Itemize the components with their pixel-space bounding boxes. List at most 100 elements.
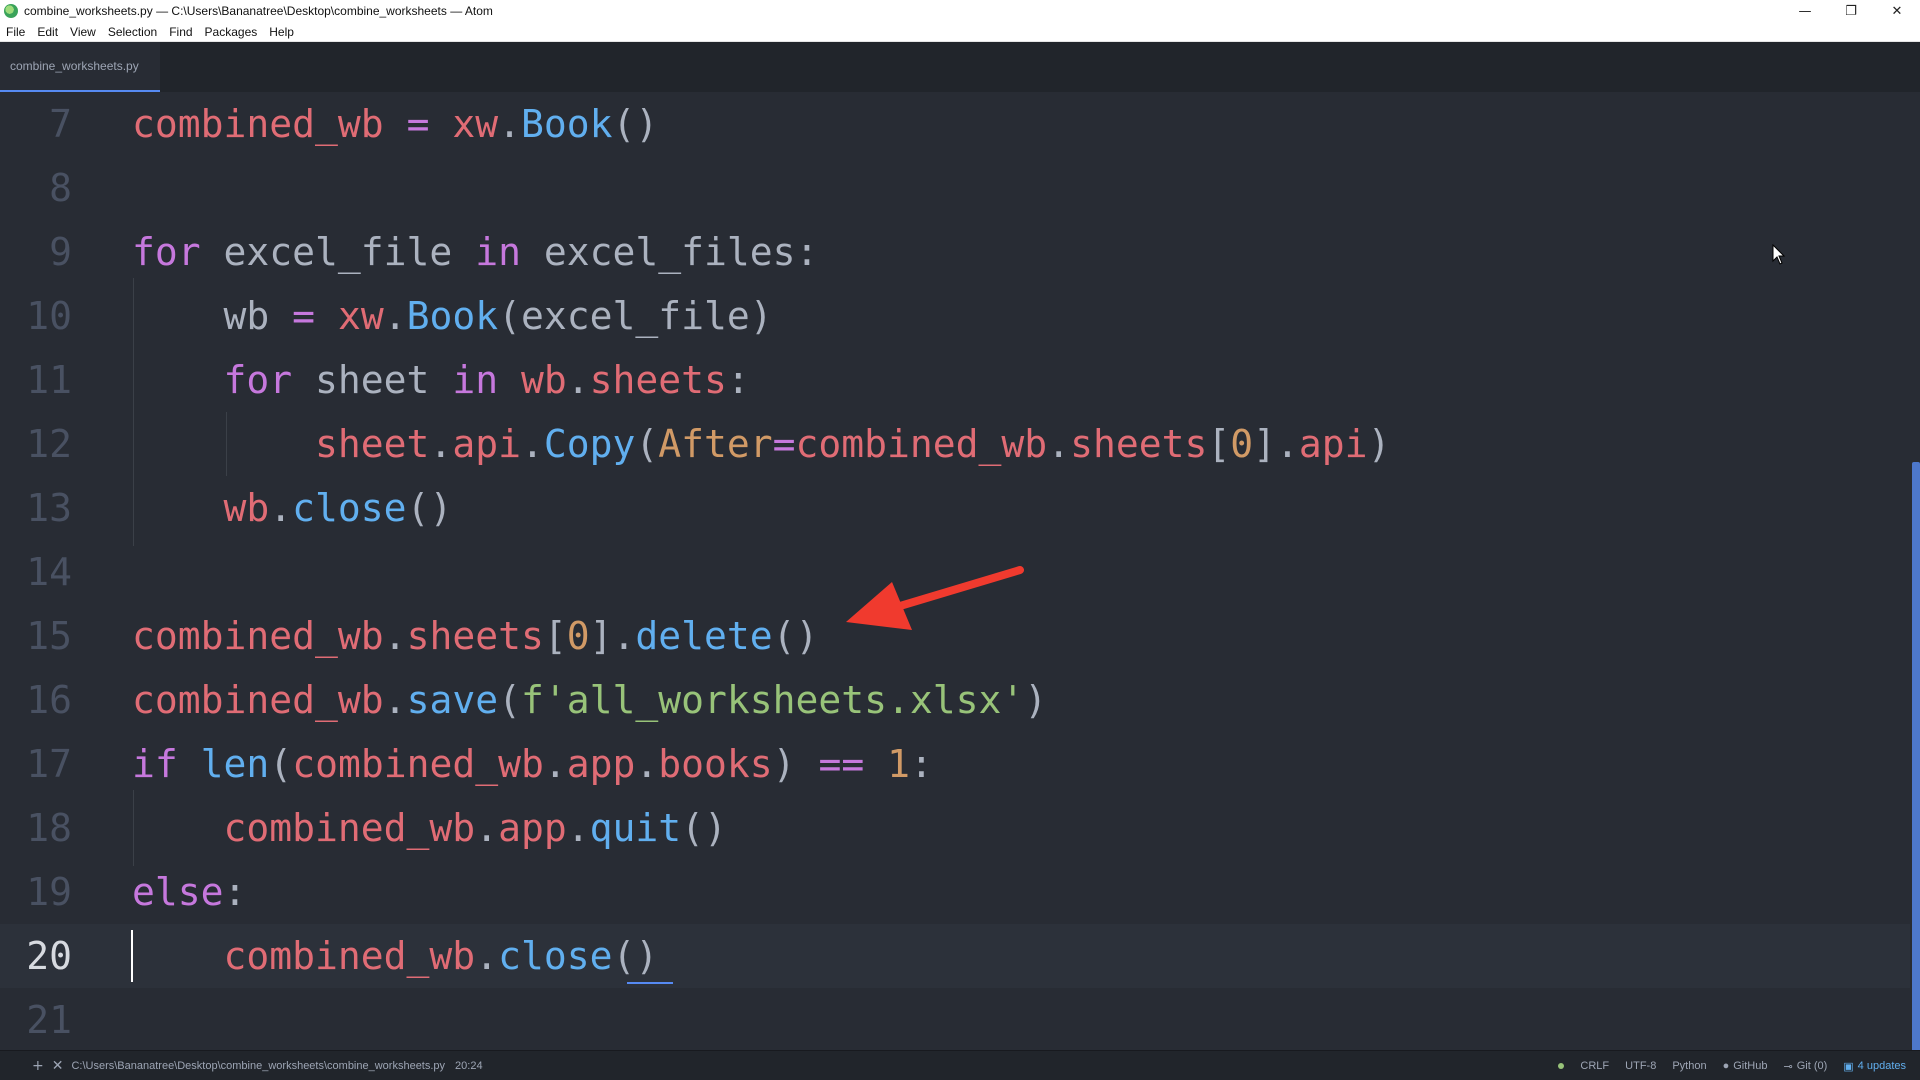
line-number[interactable]: 10 bbox=[0, 294, 72, 338]
cursor-position[interactable]: 20:24 bbox=[455, 1060, 483, 1072]
add-project-icon[interactable]: + bbox=[32, 1058, 44, 1074]
code-line-13[interactable]: 13 wb. close() bbox=[0, 476, 1910, 540]
vertical-scrollbar[interactable] bbox=[1912, 462, 1920, 1050]
code-token: . bbox=[269, 486, 293, 530]
menu-help[interactable]: Help bbox=[269, 25, 294, 39]
code-text[interactable]: combined_wb. save(f'all_worksheets.xlsx') bbox=[132, 668, 1047, 732]
atom-app-icon bbox=[4, 4, 18, 18]
code-text[interactable]: combined_wb = xw. Book() bbox=[132, 92, 658, 156]
code-token: books bbox=[658, 742, 773, 786]
code-token: ( bbox=[269, 742, 293, 786]
close-icon[interactable]: ✕ bbox=[52, 1058, 64, 1074]
bracket-match-underline bbox=[627, 982, 673, 984]
line-number[interactable]: 15 bbox=[0, 614, 72, 658]
code-line-8[interactable]: 8 bbox=[0, 156, 1910, 220]
code-line-11[interactable]: 11 for sheet in wb. sheets: bbox=[0, 348, 1910, 412]
line-number[interactable]: 13 bbox=[0, 486, 72, 530]
code-text[interactable]: combined_wb. app. quit() bbox=[132, 796, 727, 860]
code-token: . bbox=[566, 806, 590, 850]
line-number[interactable]: 17 bbox=[0, 742, 72, 786]
menu-file[interactable]: File bbox=[6, 25, 25, 39]
title-bar: combine_worksheets.py — C:\Users\Bananat… bbox=[0, 0, 1920, 22]
tab-combine-worksheets[interactable]: combine_worksheets.py bbox=[0, 42, 160, 92]
line-number[interactable]: 12 bbox=[0, 422, 72, 466]
code-line-9[interactable]: 9 for excel_file in excel_files: bbox=[0, 220, 1910, 284]
git-button[interactable]: ⊸ Git (0) bbox=[1783, 1060, 1827, 1073]
code-token: combined_wb bbox=[223, 934, 476, 978]
code-token: in bbox=[475, 230, 521, 274]
indent-guide bbox=[226, 412, 227, 476]
code-text[interactable]: for sheet in wb. sheets: bbox=[132, 348, 750, 412]
line-number[interactable]: 7 bbox=[0, 102, 72, 146]
code-token: combined_wb bbox=[223, 806, 476, 850]
code-token: : bbox=[223, 870, 247, 914]
close-button[interactable]: ✕ bbox=[1874, 0, 1920, 22]
menu-find[interactable]: Find bbox=[169, 25, 192, 39]
code-line-10[interactable]: 10 wb = xw. Book (excel_file) bbox=[0, 284, 1910, 348]
code-line-19[interactable]: 19 else: bbox=[0, 860, 1910, 924]
code-text[interactable]: combined_wb. sheets[0]. delete() bbox=[132, 604, 818, 668]
code-token: combined_wb bbox=[292, 742, 544, 786]
updates-button[interactable]: ▣ 4 updates bbox=[1843, 1060, 1906, 1073]
code-token: . bbox=[475, 934, 499, 978]
line-number[interactable]: 16 bbox=[0, 678, 72, 722]
code-token: if bbox=[132, 742, 178, 786]
code-text[interactable]: combined_wb. close() bbox=[132, 924, 659, 988]
grammar-selector[interactable]: Python bbox=[1672, 1060, 1706, 1072]
code-token: = bbox=[406, 102, 430, 146]
code-token: . bbox=[1047, 422, 1071, 466]
code-line-12[interactable]: 12 sheet. api. Copy(After = combined_wb. shee… bbox=[0, 412, 1910, 476]
code-token: wb bbox=[520, 358, 567, 402]
code-text[interactable]: sheet. api. Copy(After = combined_wb. sheets[… bbox=[132, 412, 1390, 476]
code-token: excel_files: bbox=[520, 230, 819, 274]
line-ending-selector[interactable]: CRLF bbox=[1580, 1060, 1609, 1072]
line-number[interactable]: 14 bbox=[0, 550, 72, 594]
file-path[interactable]: C:\Users\Bananatree\Desktop\combine_work… bbox=[71, 1060, 445, 1072]
code-token: . bbox=[543, 742, 567, 786]
line-number[interactable]: 18 bbox=[0, 806, 72, 850]
code-token: . bbox=[475, 806, 499, 850]
code-token: == bbox=[818, 742, 865, 786]
git-label: Git (0) bbox=[1796, 1060, 1828, 1072]
text-caret bbox=[131, 930, 133, 982]
line-number[interactable]: 19 bbox=[0, 870, 72, 914]
minimize-button[interactable]: — bbox=[1782, 0, 1828, 22]
code-token: () bbox=[612, 934, 659, 978]
line-number[interactable]: 11 bbox=[0, 358, 72, 402]
code-line-18[interactable]: 18 combined_wb. app. quit() bbox=[0, 796, 1910, 860]
code-token: . bbox=[429, 422, 453, 466]
line-number[interactable]: 9 bbox=[0, 230, 72, 274]
code-line-21[interactable]: 21 bbox=[0, 988, 1910, 1050]
code-line-20[interactable]: 20 combined_wb. close() bbox=[0, 924, 1910, 988]
restore-button[interactable]: ❐ bbox=[1828, 0, 1874, 22]
code-text[interactable]: else: bbox=[132, 860, 246, 924]
menu-packages[interactable]: Packages bbox=[205, 25, 258, 39]
line-number[interactable]: 20 bbox=[0, 934, 72, 978]
code-text[interactable]: if len(combined_wb. app. books) == 1: bbox=[132, 732, 933, 796]
line-number[interactable]: 21 bbox=[0, 998, 72, 1042]
code-text[interactable]: wb = xw. Book (excel_file) bbox=[132, 284, 773, 348]
github-button[interactable]: ● GitHub bbox=[1723, 1060, 1768, 1072]
encoding-selector[interactable]: UTF-8 bbox=[1625, 1060, 1656, 1072]
window-title: combine_worksheets.py — C:\Users\Bananat… bbox=[24, 4, 493, 18]
code-text[interactable]: wb. close() bbox=[132, 476, 453, 540]
menu-view[interactable]: View bbox=[70, 25, 96, 39]
code-token: in bbox=[452, 358, 499, 402]
code-token: excel_file bbox=[200, 230, 476, 274]
menu-selection[interactable]: Selection bbox=[108, 25, 157, 39]
code-line-17[interactable]: 17 if len(combined_wb. app. books) == 1: bbox=[0, 732, 1910, 796]
code-token: sheet bbox=[292, 358, 453, 402]
code-token: () bbox=[681, 806, 727, 850]
code-token: sheets bbox=[589, 358, 727, 402]
code-text[interactable]: for excel_file in excel_files: bbox=[132, 220, 818, 284]
line-number[interactable]: 8 bbox=[0, 166, 72, 210]
menu-edit[interactable]: Edit bbox=[37, 25, 58, 39]
code-line-16[interactable]: 16 combined_wb. save(f'all_worksheets.xlsx… bbox=[0, 668, 1910, 732]
code-token: . bbox=[635, 742, 659, 786]
code-line-7[interactable]: 7 combined_wb = xw. Book() bbox=[0, 92, 1910, 156]
code-token: else bbox=[132, 870, 224, 914]
